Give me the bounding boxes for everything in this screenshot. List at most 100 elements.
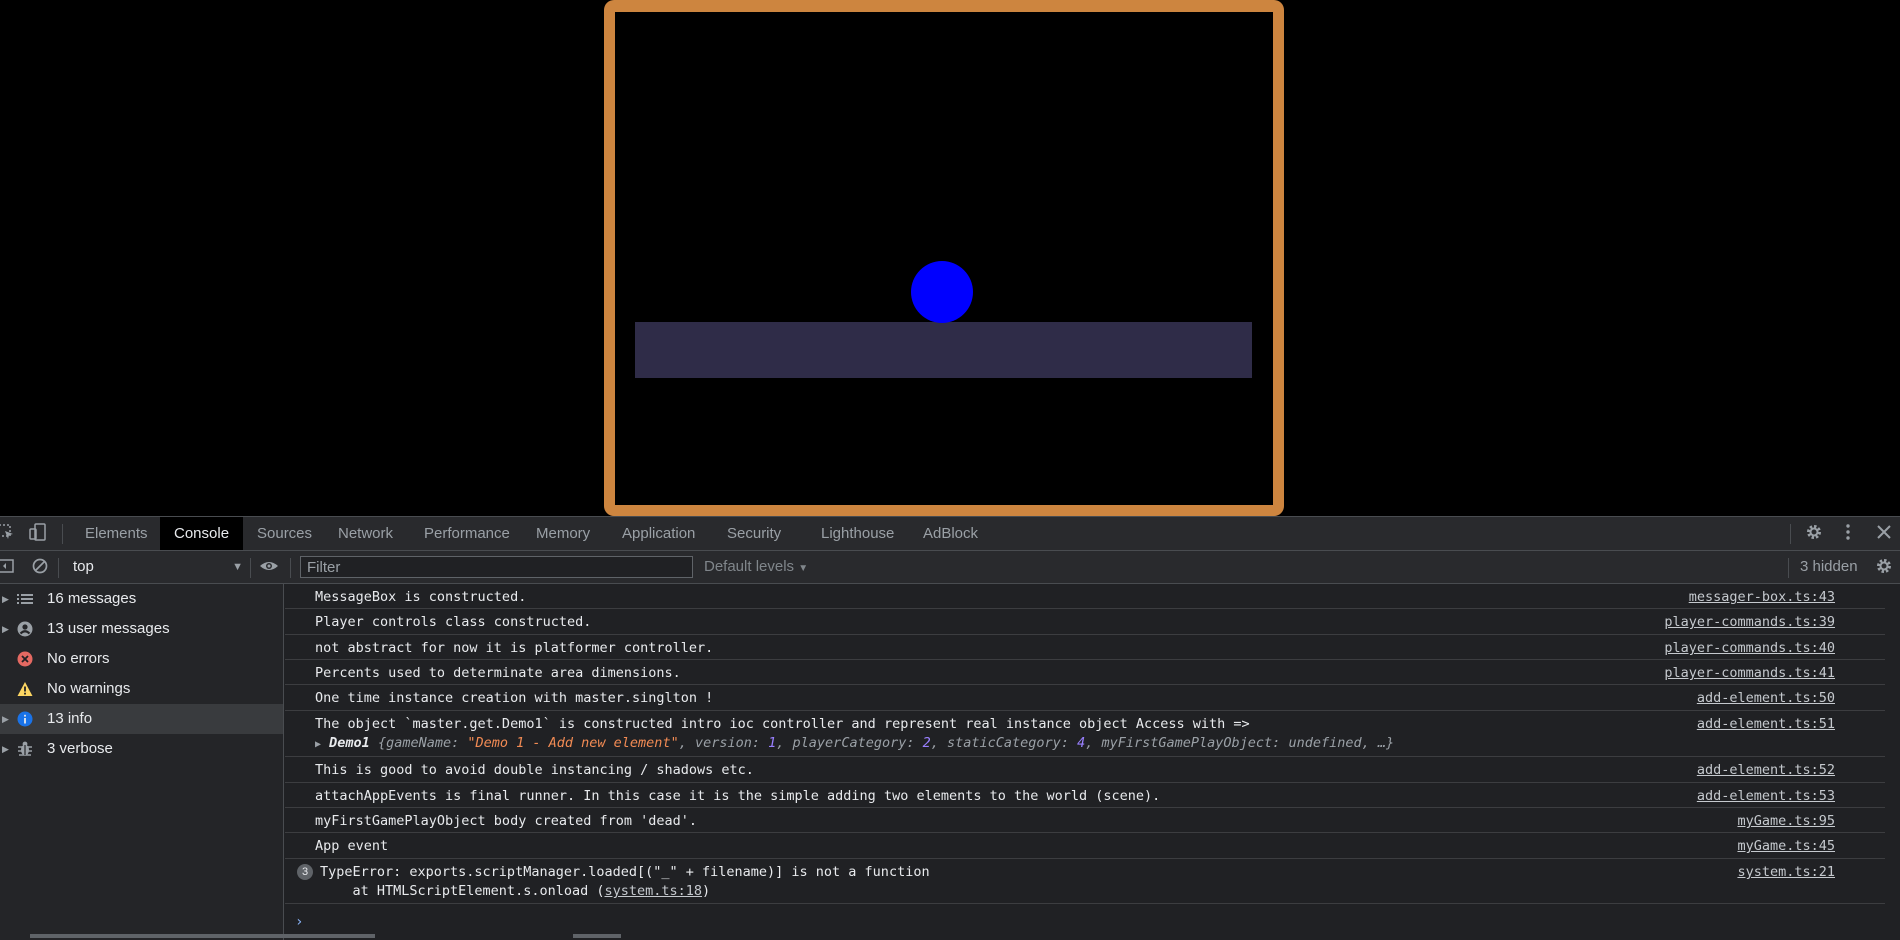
message-source-link[interactable]: messager-box.ts:43 bbox=[1689, 589, 1835, 605]
eye-icon[interactable] bbox=[259, 557, 279, 577]
gear-icon[interactable] bbox=[1804, 523, 1824, 543]
console-message: attachAppEvents is final runner. In this… bbox=[285, 783, 1885, 808]
expand-arrow-icon[interactable]: ▶ bbox=[2, 734, 9, 764]
hidden-count: 3 hidden bbox=[1800, 558, 1858, 575]
context-select[interactable]: top ▼ bbox=[64, 557, 249, 577]
console-message: Player controls class constructed. playe… bbox=[285, 609, 1885, 635]
warning-icon bbox=[17, 681, 33, 697]
caret-down-icon: ▼ bbox=[798, 563, 809, 574]
expand-arrow-icon[interactable]: ▶ bbox=[2, 584, 9, 614]
tab-sources[interactable]: Sources bbox=[243, 517, 326, 550]
object-key: staticCategory bbox=[947, 735, 1061, 751]
message-source-link[interactable]: add-element.ts:50 bbox=[1697, 690, 1835, 706]
more-vertical-icon[interactable] bbox=[1838, 523, 1858, 543]
message-source-link[interactable]: player-commands.ts:41 bbox=[1664, 665, 1835, 681]
log-levels-dropdown[interactable]: Default levels ▼ bbox=[704, 557, 808, 579]
console-error-message: 3 TypeError: exports.scriptManager.loade… bbox=[285, 859, 1885, 904]
context-select-value: top bbox=[73, 558, 94, 575]
tab-performance[interactable]: Performance bbox=[410, 517, 524, 550]
clear-console-icon[interactable] bbox=[30, 557, 50, 577]
message-source-link[interactable]: myGame.ts:95 bbox=[1737, 813, 1835, 829]
object-number-value: 1 bbox=[768, 735, 777, 751]
sidebar-item-info[interactable]: ▶ 13 info bbox=[0, 704, 283, 734]
inspect-element-icon[interactable] bbox=[0, 523, 16, 543]
tab-network[interactable]: Network bbox=[324, 517, 407, 550]
log-levels-label: Default levels bbox=[704, 558, 795, 575]
object-key: myFirstGamePlayObject bbox=[1101, 735, 1273, 751]
error-icon bbox=[17, 651, 33, 667]
message-source-link[interactable]: system.ts:21 bbox=[1737, 864, 1835, 880]
console-message: The object `master.get.Demo1` is constru… bbox=[285, 711, 1885, 757]
message-text: Percents used to determinate area dimens… bbox=[315, 665, 681, 681]
message-source-link[interactable]: player-commands.ts:40 bbox=[1664, 640, 1835, 656]
message-source-link[interactable]: myGame.ts:45 bbox=[1737, 838, 1835, 854]
toolbar-divider bbox=[290, 558, 291, 578]
tab-security[interactable]: Security bbox=[713, 517, 795, 550]
message-text: The object `master.get.Demo1` is constru… bbox=[315, 716, 1250, 732]
close-icon[interactable] bbox=[1874, 523, 1894, 543]
game-canvas-frame[interactable] bbox=[604, 0, 1284, 516]
expand-arrow-icon[interactable]: ▶ bbox=[2, 704, 9, 734]
filter-input[interactable] bbox=[300, 556, 693, 578]
sidebar-item-label: 16 messages bbox=[47, 590, 137, 607]
tabbar-divider-right bbox=[1790, 524, 1791, 544]
sidebar-item-errors[interactable]: No errors bbox=[0, 644, 283, 674]
console-message: App event myGame.ts:45 bbox=[285, 833, 1885, 859]
expand-triangle-icon[interactable]: ▶ bbox=[315, 739, 321, 750]
object-number-value: 2 bbox=[922, 735, 931, 751]
object-key: gameName bbox=[386, 735, 452, 751]
message-text: App event bbox=[315, 838, 389, 854]
message-source-link[interactable]: add-element.ts:52 bbox=[1697, 762, 1835, 778]
sidebar-item-warnings[interactable]: No warnings bbox=[0, 674, 283, 704]
toolbar-divider bbox=[58, 558, 59, 578]
list-icon bbox=[17, 591, 33, 607]
stack-trace: at HTMLScriptElement.s.onload (system.ts… bbox=[320, 883, 711, 899]
console-message: MessageBox is constructed. messager-box.… bbox=[285, 584, 1885, 609]
user-icon bbox=[17, 621, 33, 637]
console-prompt-icon[interactable]: › bbox=[295, 914, 303, 930]
object-undefined-value: undefined bbox=[1288, 735, 1362, 751]
console-sidebar: ▶ 16 messages ▶ 13 user messages No erro… bbox=[0, 584, 284, 940]
console-log: MessageBox is constructed. messager-box.… bbox=[285, 584, 1900, 940]
sidebar-item-verbose[interactable]: ▶ 3 verbose bbox=[0, 734, 283, 764]
tab-memory[interactable]: Memory bbox=[522, 517, 604, 550]
sidebar-item-label: 3 verbose bbox=[47, 740, 113, 757]
tab-console[interactable]: Console bbox=[160, 517, 244, 550]
message-text: not abstract for now it is platformer co… bbox=[315, 640, 714, 656]
console-settings-gear-icon[interactable] bbox=[1874, 557, 1894, 577]
sidebar-item-label: No warnings bbox=[47, 680, 131, 697]
expand-arrow-icon[interactable]: ▶ bbox=[2, 614, 9, 644]
repeat-count-badge: 3 bbox=[297, 864, 313, 880]
horizontal-scrollbar-thumb[interactable] bbox=[573, 934, 621, 938]
message-text: MessageBox is constructed. bbox=[315, 589, 527, 605]
chevron-down-icon: ▼ bbox=[232, 561, 243, 573]
message-source-link[interactable]: player-commands.ts:39 bbox=[1664, 614, 1835, 630]
stack-trace-link[interactable]: system.ts:18 bbox=[604, 883, 702, 899]
sidebar-item-user-messages[interactable]: ▶ 13 user messages bbox=[0, 614, 283, 644]
info-icon bbox=[17, 711, 33, 727]
console-message: Percents used to determinate area dimens… bbox=[285, 660, 1885, 685]
horizontal-scrollbar[interactable] bbox=[30, 934, 375, 938]
sidebar-toggle-icon[interactable] bbox=[0, 557, 16, 577]
tab-elements[interactable]: Elements bbox=[71, 517, 162, 550]
devtools-panel: Elements Console Sources Network Perform… bbox=[0, 516, 1900, 940]
object-string-value: "Demo 1 - Add new element" bbox=[467, 735, 679, 751]
console-message: not abstract for now it is platformer co… bbox=[285, 635, 1885, 660]
message-source-link[interactable]: add-element.ts:53 bbox=[1697, 788, 1835, 804]
tab-adblock[interactable]: AdBlock bbox=[909, 517, 992, 550]
message-text: This is good to avoid double instancing … bbox=[315, 762, 754, 778]
message-text: attachAppEvents is final runner. In this… bbox=[315, 788, 1161, 804]
bug-icon bbox=[17, 741, 33, 757]
sidebar-item-messages[interactable]: ▶ 16 messages bbox=[0, 584, 283, 614]
message-source-link[interactable]: add-element.ts:51 bbox=[1697, 716, 1835, 732]
tab-application[interactable]: Application bbox=[608, 517, 709, 550]
toolbar-divider bbox=[250, 558, 251, 578]
object-preview[interactable]: ▶ Demo1 {gameName: "Demo 1 - Add new ele… bbox=[315, 735, 1394, 751]
device-toolbar-icon[interactable] bbox=[28, 523, 48, 543]
console-message: One time instance creation with master.s… bbox=[285, 685, 1885, 711]
tab-lighthouse[interactable]: Lighthouse bbox=[807, 517, 908, 550]
devtools-tabbar: Elements Console Sources Network Perform… bbox=[0, 516, 1900, 551]
object-number-value: 4 bbox=[1077, 735, 1086, 751]
sidebar-item-label: No errors bbox=[47, 650, 110, 667]
object-key: version bbox=[694, 735, 752, 751]
